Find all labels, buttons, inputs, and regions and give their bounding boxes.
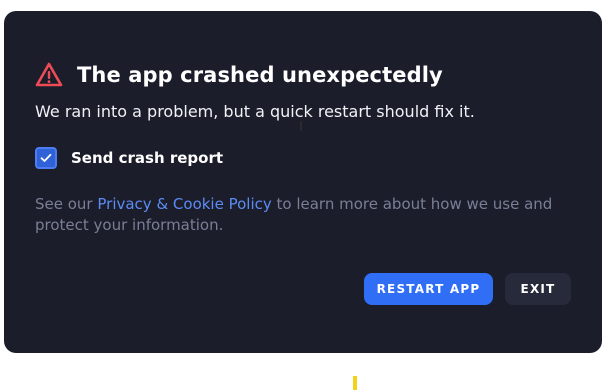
privacy-policy-link[interactable]: Privacy & Cookie Policy (97, 195, 271, 213)
title-row: The app crashed unexpectedly (35, 61, 571, 89)
crash-dialog: The app crashed unexpectedly We ran into… (4, 11, 602, 353)
warning-triangle-icon (35, 62, 63, 88)
info-prefix: See our (35, 195, 98, 213)
checkmark-icon (40, 153, 52, 162)
dialog-title: The app crashed unexpectedly (77, 63, 443, 87)
send-crash-report-row[interactable]: Send crash report (35, 146, 571, 170)
dialog-actions: RESTART APP EXIT (364, 273, 571, 305)
send-crash-report-checkbox[interactable] (35, 147, 57, 169)
privacy-info-text: See our Privacy & Cookie Policy to learn… (35, 194, 575, 236)
text-cursor-icon (300, 121, 302, 131)
send-crash-report-label[interactable]: Send crash report (71, 149, 223, 167)
yellow-marker (353, 376, 357, 390)
dialog-subtitle: We ran into a problem, but a quick resta… (35, 102, 475, 121)
restart-app-button[interactable]: RESTART APP (364, 273, 493, 305)
exit-button[interactable]: EXIT (505, 273, 571, 305)
